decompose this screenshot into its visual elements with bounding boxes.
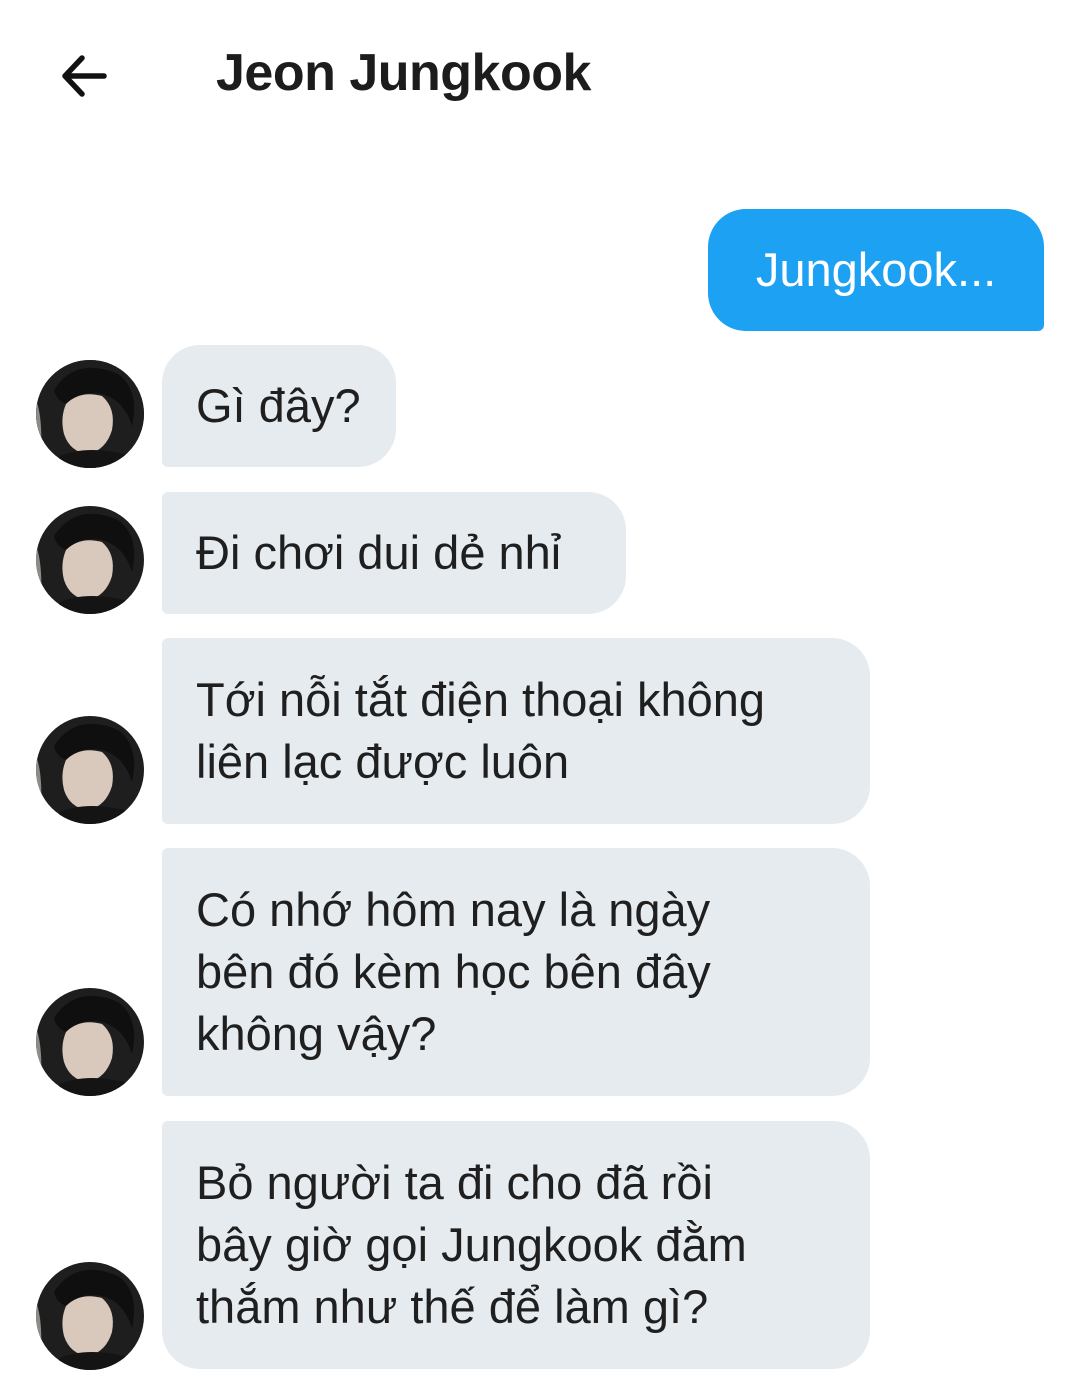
arrow-left-icon — [62, 55, 107, 97]
message-text: Jungkook... — [755, 243, 997, 296]
back-button[interactable] — [52, 44, 116, 108]
avatar[interactable] — [36, 360, 144, 468]
message-text-line: bây giờ gọi Jungkook đằm — [196, 1218, 747, 1271]
contact-avatar-image — [36, 988, 144, 1096]
message-text-line: không vậy? — [196, 1007, 437, 1060]
chat-header: Jeon Jungkook — [0, 0, 1080, 150]
avatar[interactable] — [36, 988, 144, 1096]
message-text-line: thắm như thế để làm gì? — [196, 1280, 709, 1333]
message-text-line: Tới nỗi tắt điện thoại không — [196, 673, 766, 726]
message-text-line: liên lạc được luôn — [196, 735, 570, 788]
contact-avatar-image — [36, 716, 144, 824]
avatar[interactable] — [36, 716, 144, 824]
outgoing-message[interactable]: Jungkook... — [708, 209, 1044, 331]
message-text-line: Bỏ người ta đi cho đã rồi — [196, 1156, 713, 1209]
incoming-message[interactable]: Tới nỗi tắt điện thoại không liên lạc đư… — [162, 638, 870, 824]
chat-title: Jeon Jungkook — [216, 44, 591, 102]
message-text: Đi chơi dui dẻ nhỉ — [196, 526, 562, 579]
avatar[interactable] — [36, 1262, 144, 1370]
contact-avatar-image — [36, 506, 144, 614]
incoming-message[interactable]: Đi chơi dui dẻ nhỉ — [162, 492, 626, 614]
contact-avatar-image — [36, 1262, 144, 1370]
message-text-line: bên đó kèm học bên đây — [196, 945, 711, 998]
message-text-line: Có nhớ hôm nay là ngày — [196, 883, 711, 936]
incoming-message[interactable]: Có nhớ hôm nay là ngày bên đó kèm học bê… — [162, 848, 870, 1096]
incoming-message[interactable]: Gì đây? — [162, 345, 396, 467]
contact-avatar-image — [36, 360, 144, 468]
message-text: Gì đây? — [196, 379, 361, 432]
incoming-message[interactable]: Bỏ người ta đi cho đã rồi bây giờ gọi Ju… — [162, 1121, 870, 1369]
avatar[interactable] — [36, 506, 144, 614]
